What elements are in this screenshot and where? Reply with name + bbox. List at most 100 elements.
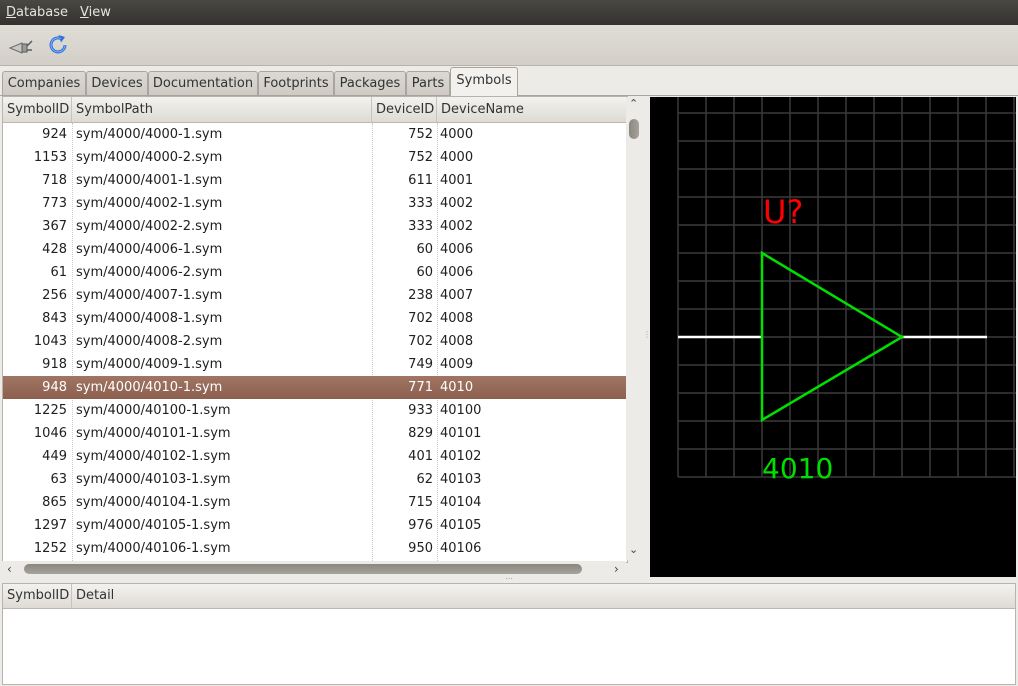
table-row[interactable]: 843 sym/4000/4008-1.sym 702 4008 xyxy=(3,307,627,330)
cell-devicename: 4002 xyxy=(440,196,474,211)
cell-deviceid: 976 xyxy=(408,518,433,533)
cell-symbolid: 428 xyxy=(42,242,67,257)
cell-deviceid: 702 xyxy=(408,311,433,326)
table-row-selected[interactable]: 948 sym/4000/4010-1.sym 771 4010 xyxy=(3,376,627,399)
cell-symbolid: 773 xyxy=(42,196,67,211)
table-row[interactable]: 1297 sym/4000/40105-1.sym 976 40105 xyxy=(3,514,627,537)
cell-deviceid: 60 xyxy=(416,242,433,257)
detail-header: SymbolID Detail xyxy=(3,584,1015,609)
horizontal-scrollbar[interactable]: ‹ › xyxy=(2,561,626,577)
cell-symbolpath: sym/4000/4009-1.sym xyxy=(76,357,223,372)
menu-database[interactable]: Database xyxy=(0,0,74,25)
cell-deviceid: 62 xyxy=(416,472,433,487)
tab-companies[interactable]: Companies xyxy=(2,71,86,95)
vertical-scrollbar[interactable]: ⌃ ⌄ xyxy=(626,97,642,560)
table-row[interactable]: 865 sym/4000/40104-1.sym 715 40104 xyxy=(3,491,627,514)
menu-bar: Database View xyxy=(0,0,1018,25)
table-row[interactable]: 61 sym/4000/4006-2.sym 60 4006 xyxy=(3,261,627,284)
tab-symbols[interactable]: Symbols xyxy=(450,67,518,96)
cell-symbolid: 918 xyxy=(42,357,67,372)
refresh-button[interactable] xyxy=(42,29,74,61)
table-row[interactable]: 1046 sym/4000/40101-1.sym 829 40101 xyxy=(3,422,627,445)
table-row[interactable]: 918 sym/4000/4009-1.sym 749 4009 xyxy=(3,353,627,376)
cell-devicename: 4008 xyxy=(440,334,474,349)
table-row[interactable]: 1043 sym/4000/4008-2.sym 702 4008 xyxy=(3,330,627,353)
table-row[interactable]: 428 sym/4000/4006-1.sym 60 4006 xyxy=(3,238,627,261)
table-body: 924 sym/4000/4000-1.sym 752 4000 1153 sym/400… xyxy=(3,123,627,560)
tab-footprints[interactable]: Footprints xyxy=(258,71,334,95)
cell-devicename: 4010 xyxy=(440,380,474,395)
column-header-symbolid[interactable]: SymbolID xyxy=(3,97,72,122)
symbols-table: SymbolID SymbolPath DeviceID DeviceName … xyxy=(2,96,628,563)
refresh-icon xyxy=(49,35,67,54)
cell-symbolpath: sym/4000/40103-1.sym xyxy=(76,472,231,487)
scroll-right-icon[interactable]: › xyxy=(614,562,619,576)
table-row[interactable]: 1252 sym/4000/40106-1.sym 950 40106 xyxy=(3,537,627,560)
cell-symbolid: 1225 xyxy=(33,403,67,418)
cell-deviceid: 933 xyxy=(408,403,433,418)
scroll-left-icon[interactable]: ‹ xyxy=(7,562,12,576)
cell-symbolpath: sym/4000/40100-1.sym xyxy=(76,403,231,418)
cell-symbolid: 63 xyxy=(50,472,67,487)
cell-symbolid: 1046 xyxy=(33,426,67,441)
detail-table: SymbolID Detail xyxy=(2,583,1016,685)
cell-symbolpath: sym/4000/4006-1.sym xyxy=(76,242,223,257)
cell-symbolpath: sym/4000/40104-1.sym xyxy=(76,495,231,510)
cell-devicename: 4006 xyxy=(440,242,474,257)
cell-symbolpath: sym/4000/4002-1.sym xyxy=(76,196,223,211)
preview-grid xyxy=(677,97,1016,478)
toolbar xyxy=(0,25,1018,66)
table-row[interactable]: 773 sym/4000/4002-1.sym 333 4002 xyxy=(3,192,627,215)
cell-devicename: 4002 xyxy=(440,219,474,234)
table-row[interactable]: 367 sym/4000/4002-2.sym 333 4002 xyxy=(3,215,627,238)
pane-splitter-horizontal[interactable]: ⋯ xyxy=(505,574,514,583)
tab-packages[interactable]: Packages xyxy=(334,71,406,95)
symbol-preview: U? 4010 xyxy=(650,97,1016,577)
cell-symbolid: 1252 xyxy=(33,541,67,556)
scroll-down-icon[interactable]: ⌄ xyxy=(629,543,638,556)
cell-deviceid: 238 xyxy=(408,288,433,303)
cell-symbolid: 61 xyxy=(50,265,67,280)
cell-symbolid: 948 xyxy=(42,380,67,395)
cell-deviceid: 771 xyxy=(408,380,433,395)
connect-plug-icon xyxy=(8,40,33,54)
table-row[interactable]: 718 sym/4000/4001-1.sym 611 4001 xyxy=(3,169,627,192)
cell-symbolid: 865 xyxy=(42,495,67,510)
tab-parts[interactable]: Parts xyxy=(406,71,450,95)
column-header-symbolpath[interactable]: SymbolPath xyxy=(72,97,372,122)
vertical-scroll-thumb[interactable] xyxy=(629,119,639,139)
cell-devicename: 4001 xyxy=(440,173,474,188)
table-row[interactable]: 63 sym/4000/40103-1.sym 62 40103 xyxy=(3,468,627,491)
cell-devicename: 4009 xyxy=(440,357,474,372)
cell-deviceid: 702 xyxy=(408,334,433,349)
tab-documentation[interactable]: Documentation xyxy=(148,71,258,95)
tab-devices[interactable]: Devices xyxy=(86,71,148,95)
cell-symbolid: 449 xyxy=(42,449,67,464)
refdes-label: U? xyxy=(763,193,803,231)
column-header-detail[interactable]: Detail xyxy=(72,584,1015,608)
column-header-deviceid[interactable]: DeviceID xyxy=(372,97,437,122)
menu-view[interactable]: View xyxy=(74,0,117,25)
table-row[interactable]: 1225 sym/4000/40100-1.sym 933 40100 xyxy=(3,399,627,422)
cell-devicename: 4006 xyxy=(440,265,474,280)
symbol-preview-canvas: U? 4010 xyxy=(677,97,1016,485)
cell-symbolid: 1297 xyxy=(33,518,67,533)
cell-devicename: 40102 xyxy=(440,449,482,464)
cell-symbolid: 256 xyxy=(42,288,67,303)
horizontal-scroll-thumb[interactable] xyxy=(24,564,582,574)
column-header-symbolid[interactable]: SymbolID xyxy=(3,584,72,608)
cell-symbolpath: sym/4000/4000-2.sym xyxy=(76,150,223,165)
connect-button[interactable] xyxy=(5,29,37,61)
cell-symbolpath: sym/4000/4006-2.sym xyxy=(76,265,223,280)
column-header-devicename[interactable]: DeviceName xyxy=(437,97,627,122)
table-row[interactable]: 449 sym/4000/40102-1.sym 401 40102 xyxy=(3,445,627,468)
table-row[interactable]: 1153 sym/4000/4000-2.sym 752 4000 xyxy=(3,146,627,169)
table-row[interactable]: 256 sym/4000/4007-1.sym 238 4007 xyxy=(3,284,627,307)
scroll-up-icon[interactable]: ⌃ xyxy=(629,97,638,110)
cell-devicename: 4008 xyxy=(440,311,474,326)
cell-symbolid: 1043 xyxy=(33,334,67,349)
cell-devicename: 40106 xyxy=(440,541,482,556)
table-row[interactable]: 924 sym/4000/4000-1.sym 752 4000 xyxy=(3,123,627,146)
cell-symbolpath: sym/4000/4001-1.sym xyxy=(76,173,223,188)
cell-symbolid: 843 xyxy=(42,311,67,326)
